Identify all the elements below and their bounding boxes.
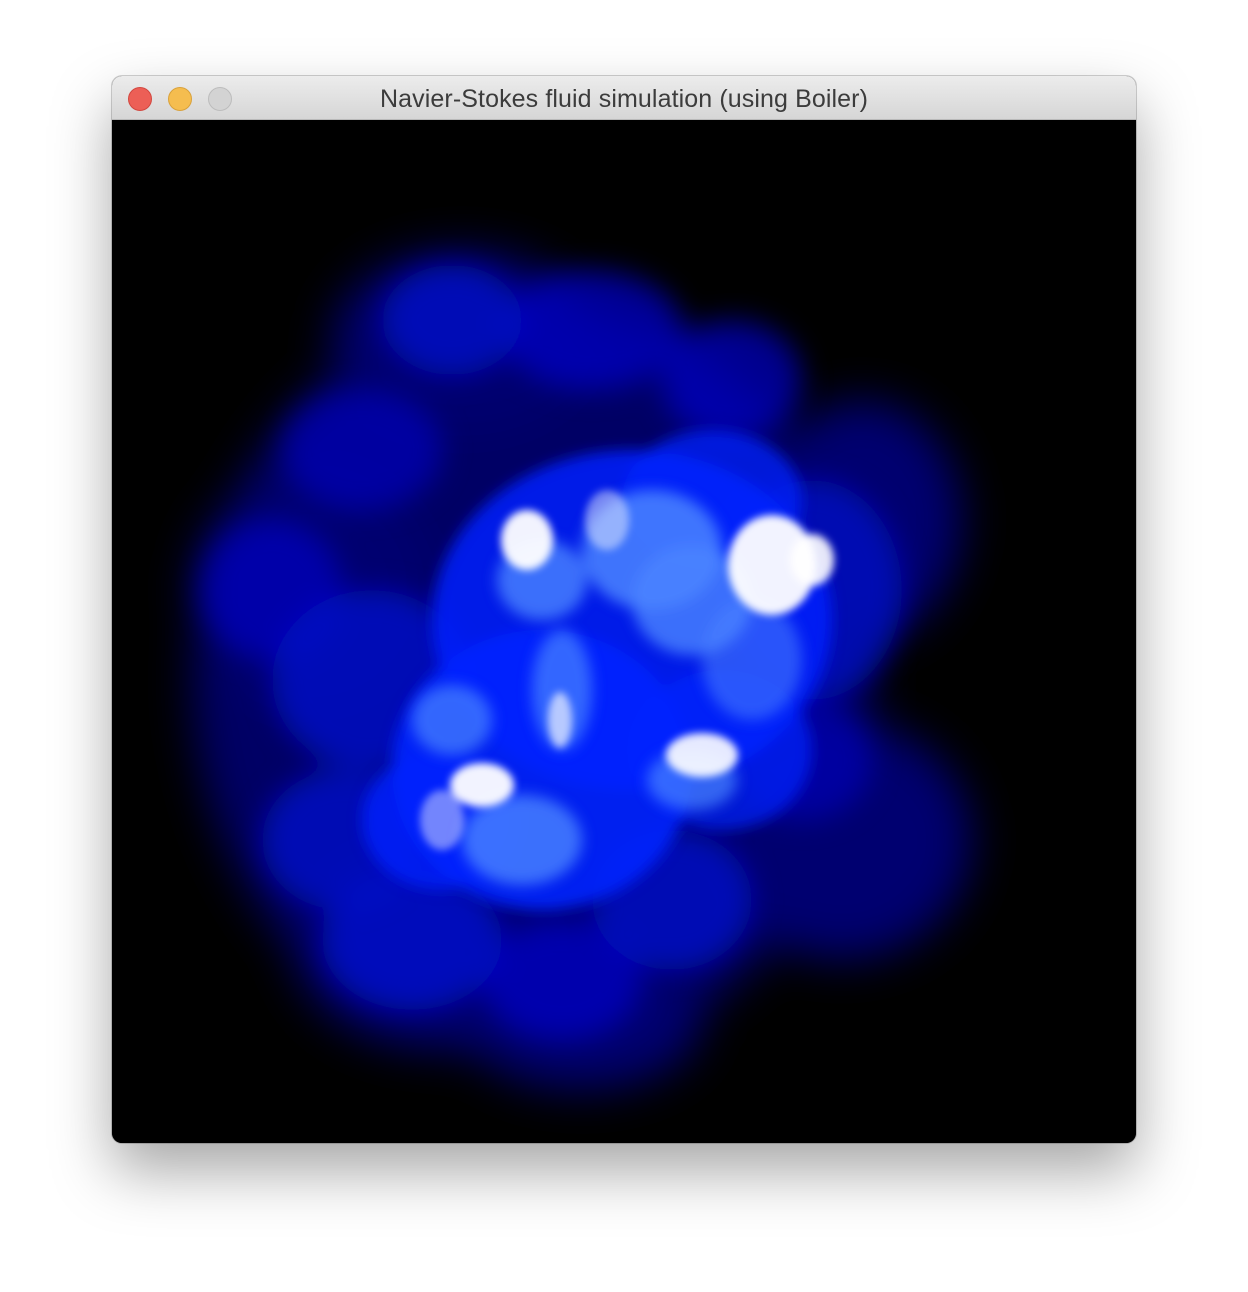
window-title: Navier-Stokes fluid simulation (using Bo… — [379, 85, 869, 113]
fluid-density-field — [192, 250, 972, 1090]
app-window: Navier-Stokes fluid simulation (using Bo… — [112, 76, 1136, 1143]
simulation-canvas[interactable] — [112, 120, 1136, 1143]
title-bar[interactable]: Navier-Stokes fluid simulation (using Bo… — [112, 76, 1136, 120]
